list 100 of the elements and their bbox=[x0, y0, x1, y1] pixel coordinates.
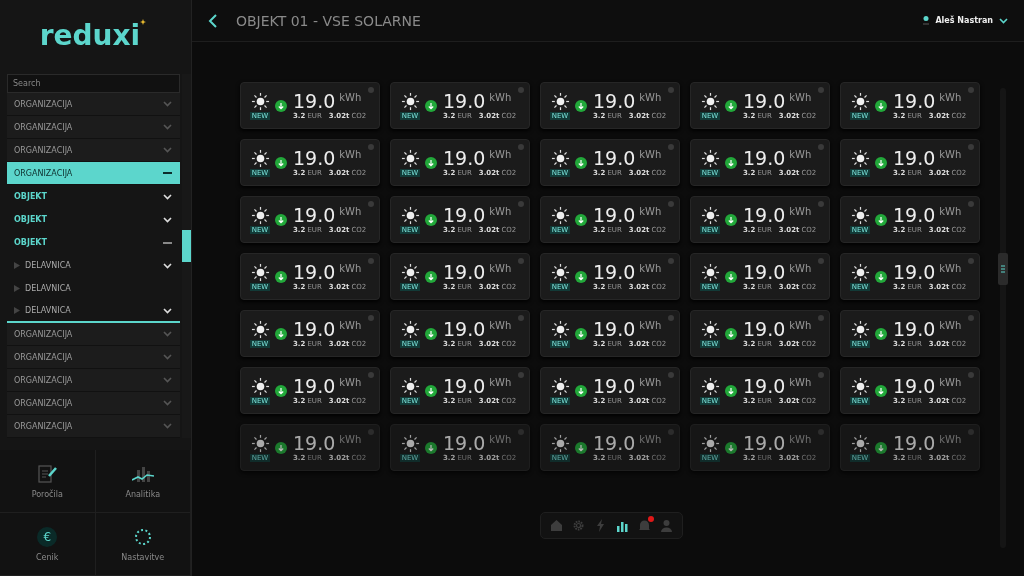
minus-icon bbox=[163, 241, 173, 244]
unit-label: kWh bbox=[339, 434, 362, 445]
chevron-down-icon bbox=[163, 377, 173, 383]
energy-value: 19.0 bbox=[743, 262, 786, 282]
down-arrow-icon bbox=[575, 213, 587, 226]
status-dot bbox=[368, 201, 374, 207]
down-arrow-icon bbox=[875, 213, 887, 226]
status-dot bbox=[668, 144, 674, 150]
down-arrow-icon bbox=[725, 441, 737, 454]
down-arrow-icon bbox=[575, 384, 587, 397]
status-dot bbox=[668, 87, 674, 93]
status-dot bbox=[368, 87, 374, 93]
status-dot bbox=[968, 258, 974, 264]
nav-tile[interactable]: Analitika bbox=[95, 450, 191, 513]
tree-item[interactable]: ORGANIZACIJA bbox=[7, 162, 181, 185]
chevron-down-icon bbox=[163, 147, 173, 153]
unit-label: kWh bbox=[639, 263, 662, 274]
settings-icon bbox=[571, 518, 586, 533]
unit-label: kWh bbox=[789, 263, 812, 274]
energy-value: 19.0 bbox=[893, 262, 936, 282]
down-arrow-icon bbox=[575, 156, 587, 169]
sun-icon bbox=[400, 205, 420, 225]
energy-value: 19.0 bbox=[443, 205, 486, 225]
unit-label: kWh bbox=[789, 320, 812, 331]
status-dot bbox=[518, 87, 524, 93]
energy-value: 19.0 bbox=[293, 148, 336, 168]
status-dot bbox=[368, 372, 374, 378]
tree-item[interactable]: ORGANIZACIJA bbox=[7, 392, 181, 415]
energy-value: 19.0 bbox=[593, 148, 636, 168]
tree-item[interactable]: ORGANIZACIJA bbox=[7, 415, 181, 438]
unit-label: kWh bbox=[939, 92, 962, 103]
sun-icon bbox=[550, 319, 570, 339]
sun-icon bbox=[400, 433, 420, 453]
chevron-down-icon[interactable] bbox=[999, 17, 1008, 24]
down-arrow-icon bbox=[725, 99, 737, 112]
status-dot bbox=[368, 315, 374, 321]
sun-icon bbox=[250, 148, 270, 168]
edit-icon bbox=[36, 463, 59, 484]
tree-item[interactable]: ORGANIZACIJA bbox=[7, 139, 181, 162]
status-dot bbox=[968, 87, 974, 93]
down-arrow-icon bbox=[875, 270, 887, 283]
down-arrow-icon bbox=[725, 270, 737, 283]
unit-label: kWh bbox=[339, 263, 362, 274]
scrollbar-thumb[interactable] bbox=[998, 253, 1008, 285]
status-dot bbox=[518, 201, 524, 207]
sun-icon bbox=[700, 262, 720, 282]
back-icon[interactable] bbox=[208, 13, 218, 28]
energy-value: 19.0 bbox=[443, 148, 486, 168]
energy-value: 19.0 bbox=[293, 205, 336, 225]
nav-tile[interactable]: € Cenik bbox=[0, 513, 96, 576]
tile-label: Nastavitve bbox=[121, 552, 165, 562]
scrollbar-thumb[interactable] bbox=[182, 230, 192, 262]
unit-label: kWh bbox=[939, 149, 962, 160]
down-arrow-icon bbox=[725, 327, 737, 340]
user-icon bbox=[923, 16, 930, 25]
sun-icon bbox=[700, 376, 720, 396]
unit-label: kWh bbox=[639, 434, 662, 445]
status-dot bbox=[518, 372, 524, 378]
tree-item[interactable]: ORGANIZACIJA bbox=[7, 369, 181, 392]
sun-icon bbox=[700, 205, 720, 225]
unit-label: kWh bbox=[789, 92, 812, 103]
tree-item[interactable]: ORGANIZACIJA bbox=[7, 346, 181, 369]
unit-label: kWh bbox=[639, 92, 662, 103]
nav-tile[interactable]: Nastavitve bbox=[95, 513, 191, 576]
tree-item[interactable]: ORGANIZACIJA bbox=[7, 323, 181, 346]
status-dot bbox=[368, 144, 374, 150]
energy-value: 19.0 bbox=[743, 376, 786, 396]
tree-item[interactable]: ORGANIZACIJA bbox=[7, 116, 181, 139]
tree-item-label: ORGANIZACIJA bbox=[14, 375, 73, 385]
energy-value: 19.0 bbox=[443, 262, 486, 282]
down-arrow-icon bbox=[275, 99, 287, 112]
sparkle-icon bbox=[140, 19, 147, 25]
tile-label: Poročila bbox=[31, 489, 63, 499]
down-arrow-icon bbox=[275, 213, 287, 226]
sun-icon bbox=[250, 376, 270, 396]
scrollbar[interactable] bbox=[1000, 88, 1006, 548]
sun-icon bbox=[850, 319, 870, 339]
tree-item[interactable]: ORGANIZACIJA bbox=[7, 93, 181, 116]
unit-label: kWh bbox=[939, 320, 962, 331]
search-field[interactable]: Search bbox=[7, 74, 181, 93]
down-arrow-icon bbox=[425, 441, 437, 454]
sun-icon bbox=[850, 376, 870, 396]
chevron-down-icon bbox=[163, 216, 173, 223]
down-arrow-icon bbox=[575, 441, 587, 454]
energy-value: 19.0 bbox=[443, 376, 486, 396]
nav-tile[interactable]: Poročila bbox=[0, 450, 96, 513]
home-icon bbox=[549, 518, 564, 533]
status-dot bbox=[668, 372, 674, 378]
energy-value: 19.0 bbox=[443, 91, 486, 111]
energy-value: 19.0 bbox=[293, 376, 336, 396]
unit-label: kWh bbox=[939, 263, 962, 274]
unit-label: kWh bbox=[339, 149, 362, 160]
energy-value: 19.0 bbox=[593, 205, 636, 225]
unit-label: kWh bbox=[939, 434, 962, 445]
sun-icon bbox=[250, 319, 270, 339]
status-dot bbox=[518, 144, 524, 150]
down-arrow-icon bbox=[275, 384, 287, 397]
tree-item-label: ORGANIZACIJA bbox=[14, 122, 73, 132]
chevron-down-icon bbox=[163, 400, 173, 406]
down-arrow-icon bbox=[725, 156, 737, 169]
